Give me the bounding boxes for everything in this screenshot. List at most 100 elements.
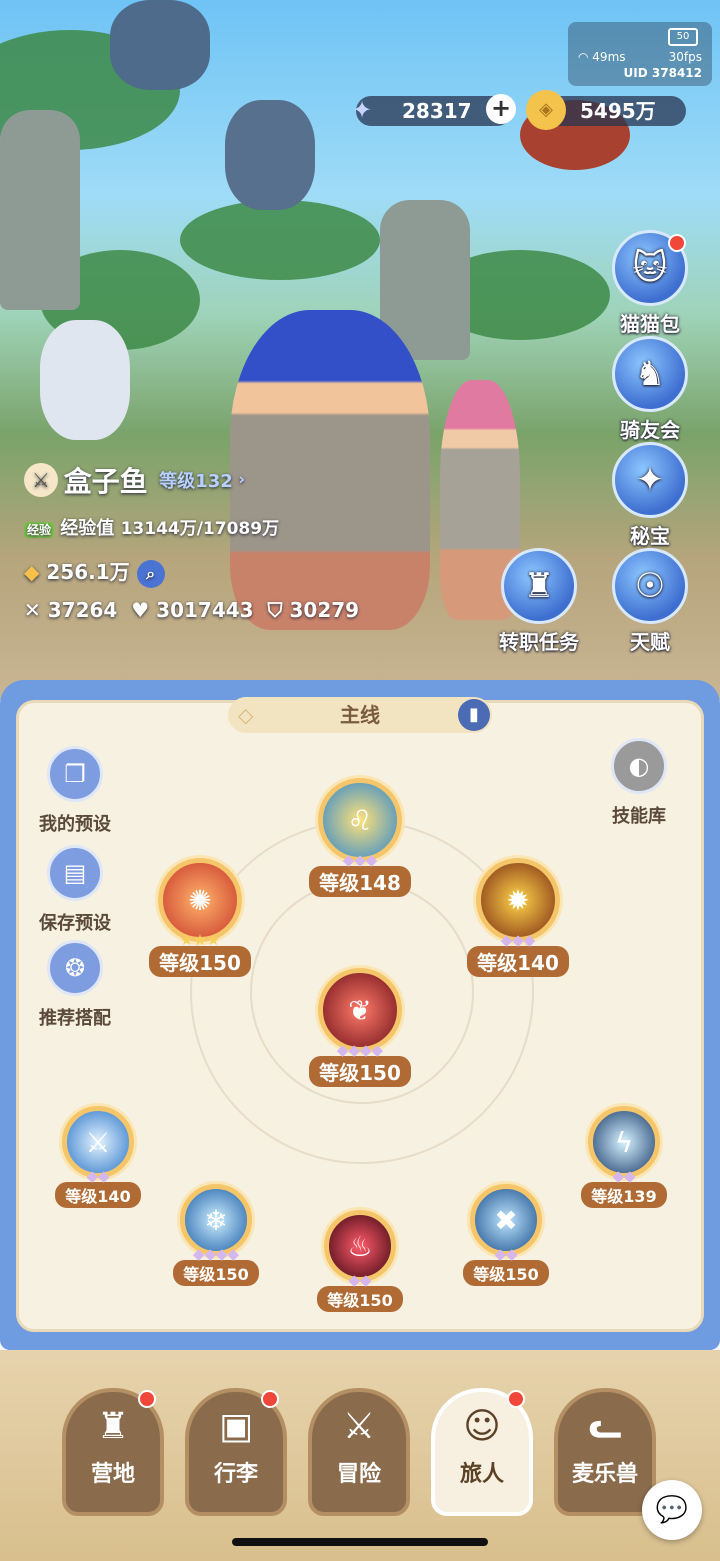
skill-stars: ◆◆ <box>494 1245 518 1263</box>
monster-sprite <box>110 0 210 90</box>
shield-icon: ⛉ <box>267 598 283 622</box>
skill-level: 等级150 <box>173 1260 259 1286</box>
recommended-build-button[interactable]: ❂ 推荐搭配 <box>30 940 120 1030</box>
skill-slot[interactable]: ❄ ◆◆◆◆ 等级150 <box>170 1184 262 1286</box>
nav-adventure[interactable]: ⚔ 冒险 <box>308 1388 410 1516</box>
skill-level: 等级150 <box>317 1286 403 1312</box>
skill-library-icon: ◐ <box>611 738 667 794</box>
talent-label: 天赋 <box>630 630 670 654</box>
nav-pets-label: 麦乐兽 <box>571 1462 638 1487</box>
nav-luggage[interactable]: ▣ 行李 <box>185 1388 287 1516</box>
exp-value: 13144万/17089万 <box>120 519 280 539</box>
skill-icon-lion: ♌ <box>318 778 402 862</box>
skill-level: 等级140 <box>467 946 569 977</box>
skill-slot[interactable]: ♌ ◆◆◆ 等级148 <box>308 778 412 897</box>
tab-main-line[interactable]: ◇ 主线 ▮ <box>228 697 492 733</box>
monster-sprite <box>225 100 315 210</box>
skill-stars: ◆◆ <box>612 1167 636 1185</box>
skill-library-label: 技能库 <box>612 806 666 827</box>
skill-icon-fire-slash: ✺ <box>158 858 242 942</box>
notification-dot <box>668 234 686 252</box>
backpack-icon: ▣ <box>218 1406 253 1447</box>
tab-label: 主线 <box>340 703 380 727</box>
skill-slot[interactable]: ϟ ◆◆ 等级139 <box>578 1106 670 1208</box>
nav-camp-label: 营地 <box>90 1462 135 1487</box>
skill-stars: ★★★ <box>179 931 221 949</box>
cat-bag-label: 猫猫包 <box>620 312 680 336</box>
brain-icon: ☉ <box>612 548 688 624</box>
nav-luggage-label: 行李 <box>213 1462 258 1487</box>
skill-level: 等级148 <box>309 866 411 897</box>
job-quest-label: 转职任务 <box>499 630 579 654</box>
notification-dot <box>261 1390 279 1408</box>
skill-slot[interactable]: ✺ ★★★ 等级150 <box>148 858 252 977</box>
power-row: ◆ 256.1万 ⌕ <box>24 556 165 588</box>
skill-slot[interactable]: ❦ ◆◆◆◆ 等级150 <box>306 968 414 1087</box>
skill-library-button[interactable]: ◐ 技能库 <box>594 738 684 828</box>
save-preset-button[interactable]: ▤ 保存预设 <box>30 845 120 935</box>
power-value: 256.1万 <box>46 560 130 584</box>
chevron-right-icon: › <box>238 469 245 489</box>
book-icon[interactable]: ▮ <box>458 699 490 731</box>
magnifier-icon[interactable]: ⌕ <box>136 560 165 588</box>
nav-pets[interactable]: ᓚ 麦乐兽 <box>554 1388 656 1516</box>
skill-icon-flame-swirl: ✹ <box>476 858 560 942</box>
skill-level: 等级139 <box>581 1182 667 1208</box>
fps-readout: 30fps <box>668 50 702 64</box>
heart-icon: ♥ <box>131 598 150 622</box>
stats-row: ✕ 37264 ♥ 3017443 ⛉ 30279 <box>24 598 359 622</box>
castle-icon: ♜ <box>96 1406 130 1447</box>
player-level: 等级132 <box>159 471 233 492</box>
skill-slot[interactable]: ♨ ◆◆ 等级150 <box>314 1210 406 1312</box>
star-gem-icon: ✦ <box>351 96 373 124</box>
floppy-icon: ▤ <box>47 845 103 901</box>
star-count: 28317 <box>402 99 472 123</box>
notification-dot <box>507 1390 525 1408</box>
nav-adventure-label: 冒险 <box>336 1462 381 1487</box>
ping-readout: ◠ 49ms <box>578 50 626 64</box>
defense-value: 30279 <box>289 598 360 622</box>
wifi-icon: ◠ <box>578 50 593 64</box>
skill-level: 等级140 <box>55 1182 141 1208</box>
skill-stars: ◆◆◆◆ <box>336 1041 384 1059</box>
player-character[interactable] <box>230 310 430 630</box>
coin-count: 5495万 <box>580 99 656 123</box>
rider-club-button[interactable]: ♞ 骑友会 <box>612 336 688 443</box>
shield-power-icon: ◆ <box>24 560 40 584</box>
attack-value: 37264 <box>47 598 118 622</box>
treasure-label: 秘宝 <box>630 524 670 548</box>
talent-button[interactable]: ☉ 天赋 <box>612 548 688 655</box>
player-name: 盒子鱼 <box>63 465 148 498</box>
cat-bag-button[interactable]: 🐱 猫猫包 <box>612 230 688 337</box>
traveler-avatar-icon: ☺ <box>463 1406 501 1447</box>
notification-dot <box>138 1390 156 1408</box>
rider-club-label: 骑友会 <box>620 418 680 442</box>
nav-camp[interactable]: ♜ 营地 <box>62 1388 164 1516</box>
skill-stars: ◆◆ <box>348 1271 372 1289</box>
job-quest-button[interactable]: ♜ 转职任务 <box>494 548 584 655</box>
treasure-button[interactable]: ✦ 秘宝 <box>612 442 688 549</box>
swords-icon: ✕ <box>24 598 41 622</box>
exp-badge: 经验 <box>24 522 55 538</box>
skill-slot[interactable]: ✹ ◆◆◆ 等级140 <box>466 858 570 977</box>
nav-traveler[interactable]: ☺ 旅人 <box>431 1388 533 1516</box>
player-name-row[interactable]: ⚔ 盒子鱼 等级132 › <box>24 460 245 500</box>
skill-level: 等级150 <box>463 1260 549 1286</box>
my-preset-button[interactable]: ❐ 我的预设 <box>30 746 120 836</box>
status-panel: 50 ◠ 49ms 30fps UID 378412 <box>568 22 712 86</box>
horse-icon: ♞ <box>612 336 688 412</box>
coin-resource: ◈ 5495万 <box>526 90 686 130</box>
chat-icon[interactable]: 💬 <box>642 1480 702 1540</box>
skill-stars: ◆◆◆ <box>342 851 378 869</box>
mount-sprite <box>40 320 130 440</box>
skill-slot[interactable]: ✖ ◆◆ 等级150 <box>460 1184 552 1286</box>
my-preset-label: 我的预设 <box>39 814 111 835</box>
skill-slot[interactable]: ⚔ ◆◆ 等级140 <box>52 1106 144 1208</box>
coin-icon: ◈ <box>526 90 566 130</box>
job-quest-icon: ♜ <box>501 548 577 624</box>
add-stars-button[interactable]: + <box>486 94 516 124</box>
crossed-swords-icon: ⚔ <box>342 1406 376 1447</box>
skill-level: 等级150 <box>309 1056 411 1087</box>
nav-traveler-label: 旅人 <box>459 1462 504 1487</box>
cat-face-icon: ᓚ <box>588 1406 622 1447</box>
